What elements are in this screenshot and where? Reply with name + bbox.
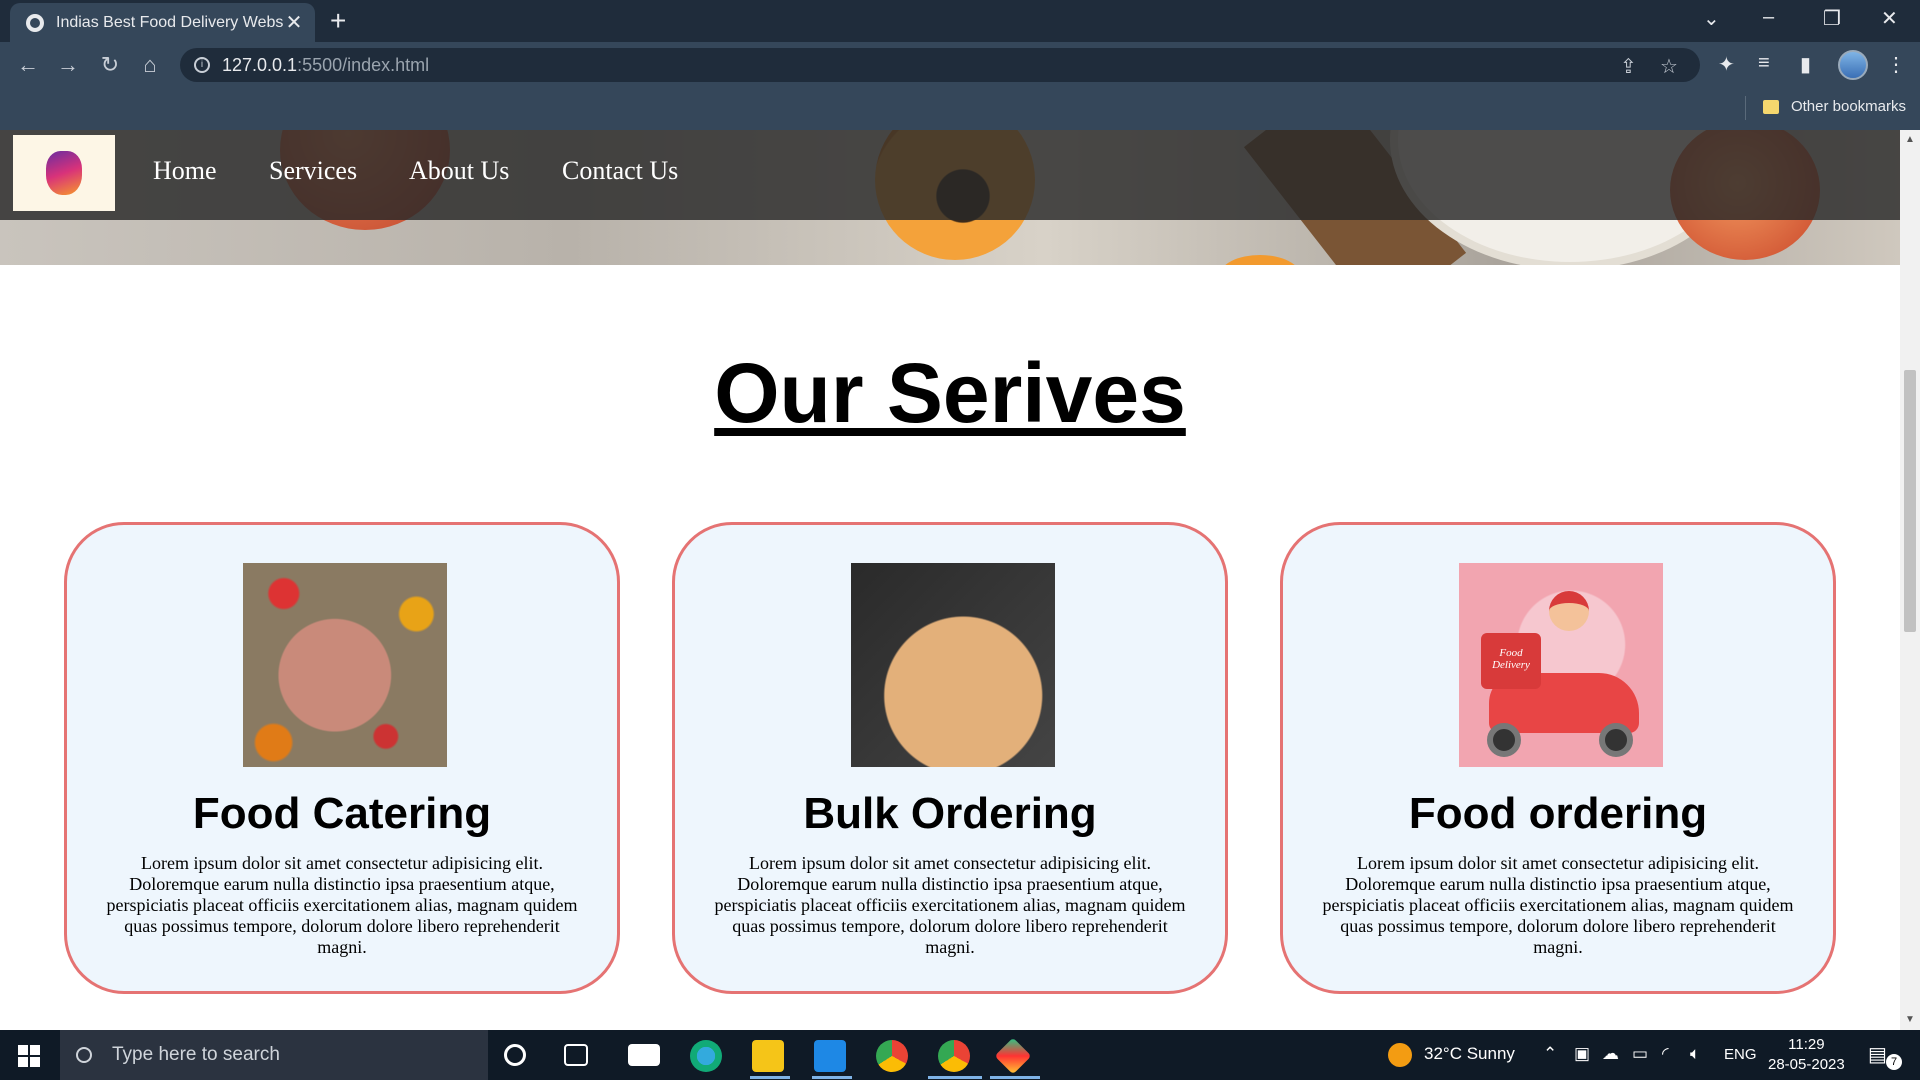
bookmarks-bar: Other bookmarks	[0, 88, 1920, 130]
hand-logo-icon	[46, 151, 82, 195]
mail-icon[interactable]	[628, 1044, 660, 1066]
search-icon	[76, 1047, 92, 1063]
site-info-icon[interactable]: i	[194, 57, 210, 73]
new-tab-button[interactable]: +	[330, 6, 346, 36]
taskbar-clock[interactable]: 11:29 28-05-2023	[1768, 1035, 1845, 1075]
globe-icon	[26, 13, 44, 32]
notification-count-badge: 7	[1886, 1054, 1902, 1070]
card-text: Lorem ipsum dolor sit amet consectetur a…	[106, 853, 578, 957]
wheel-shape	[1487, 723, 1521, 757]
side-panel-icon[interactable]: ▮	[1800, 52, 1811, 77]
chrome-active-indicator	[928, 1076, 982, 1079]
share-icon[interactable]: ⇪	[1620, 54, 1637, 79]
git-active-indicator	[990, 1076, 1040, 1079]
language-indicator[interactable]: ENG	[1724, 1046, 1757, 1063]
menu-kebab-icon[interactable]: ⋮	[1886, 52, 1906, 77]
chrome-icon[interactable]	[876, 1040, 908, 1072]
browser-tab-bar: Indias Best Food Delivery Website ✕ + ⌄ …	[0, 0, 1920, 42]
catering-image	[243, 563, 447, 767]
service-card-bulk: Bulk Ordering Lorem ipsum dolor sit amet…	[672, 522, 1228, 994]
scrollbar-thumb[interactable]	[1904, 370, 1916, 632]
back-icon[interactable]: ←	[14, 51, 42, 79]
battery-icon[interactable]: ▭	[1632, 1044, 1648, 1064]
nav-contact-us[interactable]: Contact Us	[562, 156, 678, 186]
cortana-icon[interactable]	[504, 1044, 526, 1066]
weather-sun-icon[interactable]	[1388, 1043, 1412, 1067]
delivery-image: Food Delivery	[1459, 563, 1663, 767]
taskbar-search[interactable]: Type here to search	[60, 1030, 488, 1080]
services-heading-wrap: Our Serives	[0, 345, 1900, 442]
scroll-up-arrow-icon[interactable]: ▲	[1905, 134, 1915, 145]
wheel-shape	[1599, 723, 1633, 757]
media-icon[interactable]: ≡	[1758, 52, 1770, 75]
weather-text[interactable]: 32°C Sunny	[1424, 1044, 1515, 1064]
nav-about-us[interactable]: About Us	[409, 156, 509, 186]
profile-avatar[interactable]	[1838, 50, 1868, 80]
card-title: Food Catering	[192, 789, 492, 838]
windows-start-icon[interactable]	[18, 1045, 40, 1067]
page-viewport: Home Services About Us Contact Us Our Se…	[0, 130, 1900, 1030]
rider-shape	[1549, 591, 1589, 631]
tab-title: Indias Best Food Delivery Website	[56, 13, 283, 31]
close-window-button[interactable]: ✕	[1881, 6, 1898, 31]
url-host: 127.0.0.1	[222, 54, 298, 75]
scroll-down-arrow-icon[interactable]: ▼	[1905, 1014, 1915, 1025]
edge-icon[interactable]	[690, 1040, 722, 1072]
apricot-slice-decoration	[1220, 255, 1300, 265]
nav-home[interactable]: Home	[153, 156, 217, 186]
reload-icon[interactable]: ↻	[96, 51, 124, 79]
other-bookmarks[interactable]: Other bookmarks	[1762, 98, 1906, 115]
clock-time: 11:29	[1788, 1036, 1825, 1053]
tab-search-icon[interactable]: ⌄	[1703, 6, 1720, 31]
windows-taskbar: Type here to search 32°C Sunny ⌃ ▣ ☁ ▭ ◜…	[0, 1030, 1920, 1080]
bookmarks-divider	[1745, 96, 1746, 120]
browser-toolbar: ← → ↻ ⌂ i 127.0.0.1:5500/index.html ⇪ ☆ …	[0, 42, 1920, 88]
task-view-icon[interactable]	[564, 1044, 588, 1066]
page-scrollbar[interactable]: ▲ ▼	[1900, 130, 1920, 1030]
meet-icon[interactable]: ▣	[1574, 1044, 1590, 1064]
vscode-icon[interactable]	[814, 1040, 846, 1072]
notification-icon[interactable]: ▤	[1868, 1042, 1887, 1067]
chrome-active-icon[interactable]	[938, 1040, 970, 1072]
delivery-box: Food Delivery	[1481, 633, 1541, 689]
file-explorer-icon[interactable]	[752, 1040, 784, 1072]
wifi-icon[interactable]: ◜	[1662, 1044, 1669, 1064]
volume-icon[interactable]: 🔈︎	[1690, 1044, 1700, 1064]
vscode-active-indicator	[812, 1076, 852, 1079]
tray-chevron-icon[interactable]: ⌃	[1543, 1044, 1557, 1064]
bookmark-star-icon[interactable]: ☆	[1660, 54, 1678, 79]
card-text: Lorem ipsum dolor sit amet consectetur a…	[714, 853, 1186, 957]
browser-tab[interactable]: Indias Best Food Delivery Website ✕	[10, 3, 315, 42]
site-navbar: Home Services About Us Contact Us	[0, 130, 1900, 220]
url-path: :5500/index.html	[297, 54, 430, 75]
service-card-catering: Food Catering Lorem ipsum dolor sit amet…	[64, 522, 620, 994]
card-title: Food ordering	[1408, 789, 1708, 838]
extensions-icon[interactable]: ✦	[1718, 52, 1735, 77]
card-title: Bulk Ordering	[803, 789, 1097, 838]
restore-button[interactable]: ❐	[1823, 6, 1841, 31]
explorer-active-indicator	[750, 1076, 790, 1079]
nav-services[interactable]: Services	[269, 156, 357, 186]
delivery-box-label: Food Delivery	[1492, 647, 1530, 671]
other-bookmarks-label: Other bookmarks	[1790, 98, 1906, 115]
service-card-ordering: Food Delivery Food ordering Lorem ipsum …	[1280, 522, 1836, 994]
services-heading: Our Serives	[714, 346, 1186, 440]
onedrive-icon[interactable]: ☁	[1602, 1044, 1619, 1064]
forward-icon[interactable]: →	[54, 51, 82, 79]
search-placeholder: Type here to search	[112, 1044, 280, 1065]
card-text: Lorem ipsum dolor sit amet consectetur a…	[1322, 853, 1794, 957]
pizza-image	[851, 563, 1055, 767]
site-logo[interactable]	[13, 135, 115, 211]
address-bar[interactable]: i 127.0.0.1:5500/index.html ⇪ ☆	[180, 48, 1700, 82]
minimize-button[interactable]: –	[1763, 6, 1774, 29]
tab-close-button[interactable]: ✕	[283, 10, 305, 35]
git-icon[interactable]	[994, 1037, 1032, 1075]
home-icon[interactable]: ⌂	[136, 51, 164, 79]
clock-date: 28-05-2023	[1768, 1056, 1845, 1073]
folder-icon	[1762, 99, 1779, 114]
